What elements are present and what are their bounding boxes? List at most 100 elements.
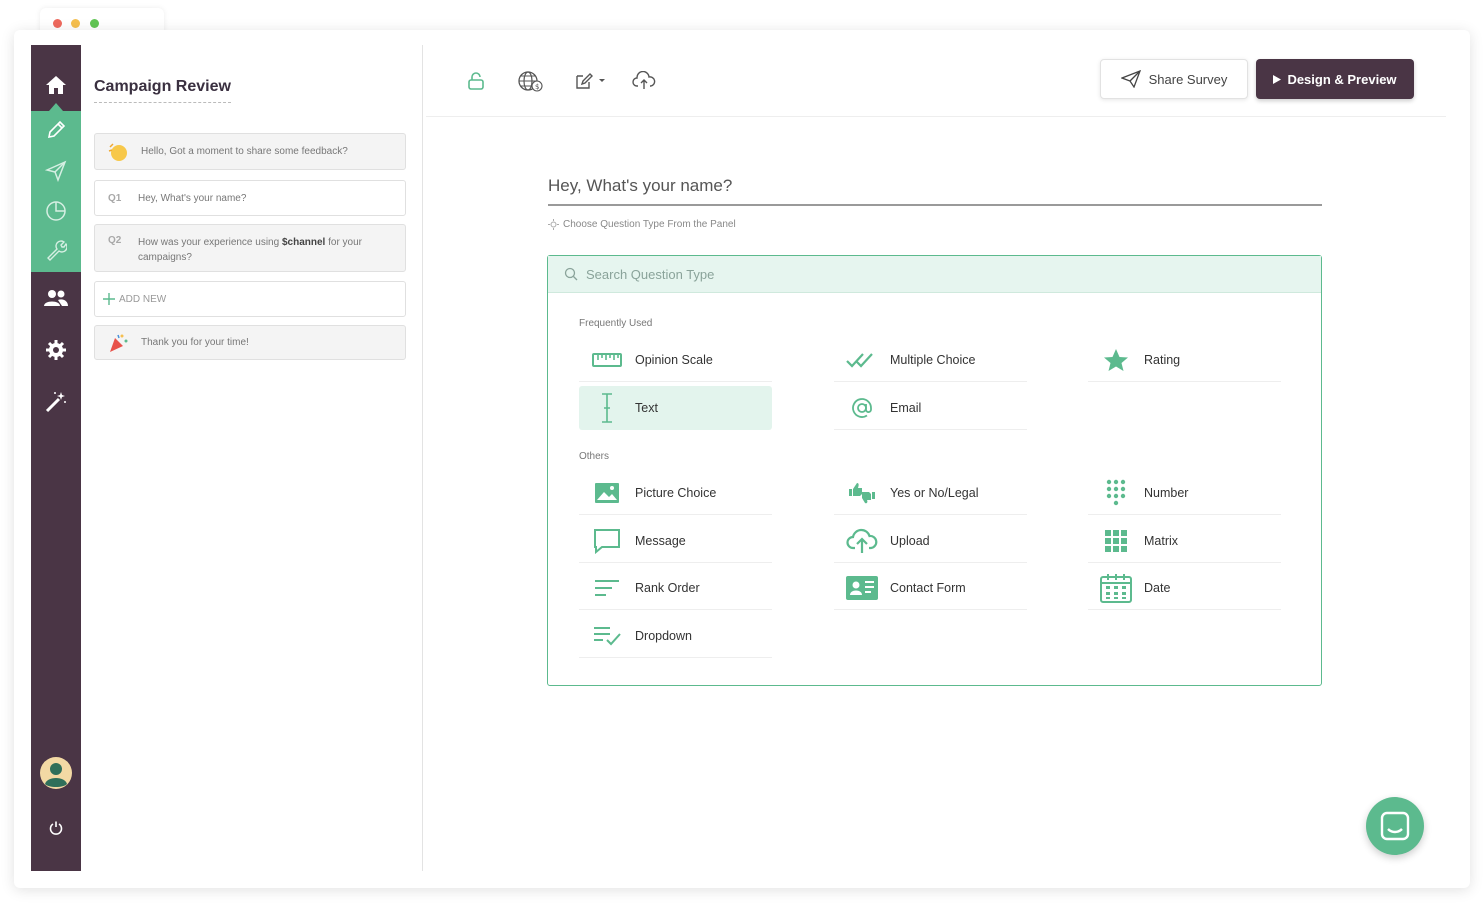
share-survey-label: Share Survey <box>1148 71 1228 87</box>
question-type-message[interactable]: Message <box>579 519 772 563</box>
question-type-label: Dropdown <box>635 628 692 643</box>
thank-you-text: Thank you for your time! <box>141 337 249 348</box>
message-icon <box>587 528 627 554</box>
cloud-upload-toolbar-icon[interactable] <box>630 67 658 95</box>
chat-icon <box>1380 811 1410 841</box>
question-text: How was your experience using $channel f… <box>138 237 363 263</box>
question-type-multiple-choice[interactable]: Multiple Choice <box>834 338 1027 382</box>
matrix-icon <box>1096 529 1136 552</box>
add-new-button[interactable]: ADD NEW <box>94 281 406 317</box>
question-type-label: Message <box>635 533 686 548</box>
number-dots-icon <box>1096 479 1136 507</box>
star-icon <box>1096 348 1136 372</box>
question-number: Q1 <box>108 192 122 204</box>
contact-card-icon <box>842 575 882 600</box>
thumbs-up-down-icon <box>842 482 882 504</box>
analytics-pie-icon[interactable] <box>31 198 81 224</box>
question-type-label: Rating <box>1144 352 1181 367</box>
question-type-yes-no-legal[interactable]: Yes or No/Legal <box>834 471 1027 515</box>
double-check-icon <box>842 352 882 368</box>
add-new-label: ADD NEW <box>119 293 167 305</box>
edit-pencil-icon[interactable] <box>31 117 81 143</box>
question-type-label: Matrix <box>1144 533 1179 548</box>
nav-active-notch <box>49 103 63 111</box>
question-title-input[interactable]: Hey, What's your name? <box>548 176 1322 206</box>
send-icon[interactable] <box>31 158 81 184</box>
question-type-label: Text <box>635 401 658 415</box>
question-type-text[interactable]: Text <box>579 386 772 430</box>
share-survey-button[interactable]: Share Survey <box>1100 59 1248 99</box>
edit-dropdown-icon[interactable] <box>572 67 612 95</box>
question-type-search[interactable]: Search Question Type <box>548 256 1321 293</box>
question-text: Hey, What's your name? <box>138 192 247 204</box>
question-type-label: Contact Form <box>890 580 966 595</box>
waving-hand-icon <box>107 141 129 163</box>
settings-gear-icon[interactable] <box>31 338 81 362</box>
globe-currency-icon[interactable]: $ <box>516 67 544 95</box>
question-number: Q2 <box>108 235 122 246</box>
lock-icon[interactable] <box>462 67 490 95</box>
cloud-upload-icon <box>842 528 882 554</box>
design-preview-label: Design & Preview <box>1287 71 1397 87</box>
app-window: Campaign Review Hello, Got a moment to s… <box>14 30 1470 888</box>
maximize-window-dot[interactable] <box>90 19 99 28</box>
calendar-icon <box>1096 573 1136 603</box>
question-type-label: Opinion Scale <box>635 352 713 367</box>
image-icon <box>587 482 627 504</box>
paper-plane-icon <box>1120 70 1141 88</box>
plus-icon <box>103 293 115 305</box>
rank-lines-icon <box>587 579 627 597</box>
nav-rail <box>31 45 81 871</box>
others-label: Others <box>579 451 610 462</box>
campaign-title: Campaign Review <box>94 78 231 103</box>
question-type-matrix[interactable]: Matrix <box>1088 519 1281 563</box>
power-icon[interactable] <box>31 818 81 838</box>
wrench-icon[interactable] <box>31 237 81 263</box>
question-type-rating[interactable]: Rating <box>1088 338 1281 382</box>
frequently-used-label: Frequently Used <box>579 318 653 329</box>
users-icon[interactable] <box>31 286 81 310</box>
question-type-date[interactable]: Date <box>1088 566 1281 610</box>
question-type-upload[interactable]: Upload <box>834 519 1027 563</box>
question-type-contact-form[interactable]: Contact Form <box>834 566 1027 610</box>
search-icon <box>564 267 578 281</box>
question-card-q2[interactable]: Q2 How was your experience using $channe… <box>94 224 406 272</box>
question-type-label: Upload <box>890 533 930 548</box>
question-type-dropdown[interactable]: Dropdown <box>579 614 772 658</box>
hint-text: Choose Question Type From the Panel <box>563 219 736 230</box>
svg-text:$: $ <box>535 83 539 91</box>
user-avatar[interactable] <box>31 755 81 791</box>
question-card-q1[interactable]: Q1 Hey, What's your name? <box>94 180 406 216</box>
question-type-label: Email <box>890 400 922 415</box>
home-icon[interactable] <box>31 73 81 97</box>
question-type-label: Rank Order <box>635 580 700 595</box>
chat-launcher-button[interactable] <box>1366 797 1424 855</box>
thank-you-card[interactable]: Thank you for your time! <box>94 325 406 360</box>
question-type-picture-choice[interactable]: Picture Choice <box>579 471 772 515</box>
magic-wand-icon[interactable] <box>31 389 81 415</box>
welcome-text: Hello, Got a moment to share some feedba… <box>141 146 348 157</box>
close-window-dot[interactable] <box>53 19 62 28</box>
question-type-panel: Search Question Type Frequently Used Opi… <box>547 255 1322 686</box>
question-type-label: Yes or No/Legal <box>890 485 979 500</box>
design-preview-button[interactable]: Design & Preview <box>1256 59 1414 99</box>
text-cursor-icon <box>587 393 627 423</box>
question-type-label: Number <box>1144 485 1189 500</box>
question-type-number[interactable]: Number <box>1088 471 1281 515</box>
dropdown-list-icon <box>587 626 627 646</box>
play-icon <box>1273 74 1282 84</box>
at-icon <box>842 397 882 419</box>
question-type-rank-order[interactable]: Rank Order <box>579 566 772 610</box>
minimize-window-dot[interactable] <box>71 19 80 28</box>
party-popper-icon <box>107 332 129 354</box>
question-list-panel: Campaign Review Hello, Got a moment to s… <box>81 45 423 871</box>
question-type-label: Picture Choice <box>635 485 717 500</box>
question-type-label: Date <box>1144 580 1171 595</box>
ruler-icon <box>587 352 627 367</box>
question-type-email[interactable]: Email <box>834 386 1027 430</box>
welcome-card[interactable]: Hello, Got a moment to share some feedba… <box>94 133 406 170</box>
question-type-opinion-scale[interactable]: Opinion Scale <box>579 338 772 382</box>
top-toolbar: $ Share Survey Design & Preview <box>426 45 1446 117</box>
search-placeholder: Search Question Type <box>586 266 715 282</box>
question-type-label: Multiple Choice <box>890 352 976 367</box>
